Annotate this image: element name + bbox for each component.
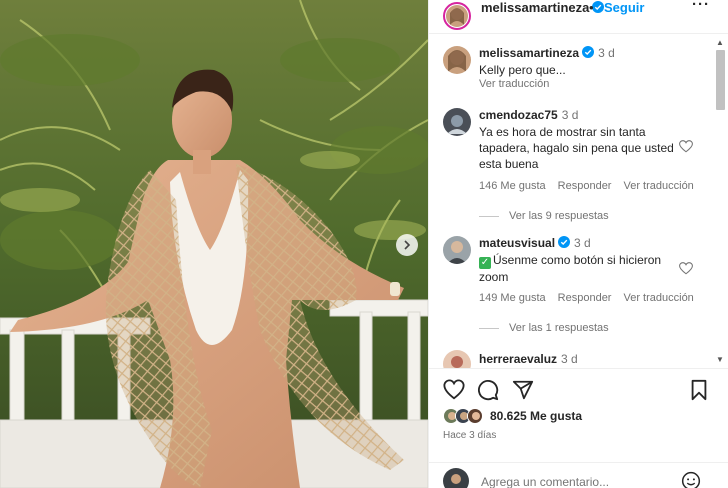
comment-username[interactable]: mateusvisual [479,236,555,250]
verified-badge-icon [558,236,571,248]
post-actions [429,368,728,401]
comment-likes: 146 Me gusta [479,180,546,192]
smiley-icon[interactable] [681,471,701,488]
comment-time: 3 d [574,236,591,250]
view-replies-link[interactable]: Ver las 1 respuestas [479,322,609,334]
likes-summary[interactable]: 80.625 Me gusta [443,408,703,426]
comment-input[interactable] [481,475,671,488]
see-translation-link[interactable]: Ver traducción [479,78,549,90]
comment-text: Úsenme como botón si hicieron zoom [479,253,662,284]
check-emoji-icon: ✓ [479,257,491,269]
verified-badge-icon [582,46,595,58]
comment-username[interactable]: herreraevaluz [479,352,557,366]
post-photo[interactable] [0,0,428,488]
author-username[interactable]: melissamartineza [481,0,589,15]
header-separator: • [589,0,594,15]
commenter-avatar[interactable] [443,350,471,368]
comment-text-row: ✓ Úsenme como botón si hicieron zoom [479,252,679,285]
comment-meta: 146 Me gusta Responder Ver traducción [479,180,706,192]
add-comment-row [429,462,728,488]
bookmark-icon[interactable] [688,379,710,401]
scrollbar-thumb[interactable] [716,50,725,110]
see-translation-link[interactable]: Ver traducción [623,180,693,192]
like-comment-heart-icon[interactable] [679,262,693,275]
post-header: melissamartineza • Seguir ··· [429,0,728,34]
verified-badge-icon [592,1,605,13]
comment-text: Kelly pero que... [479,63,566,77]
paper-plane-icon[interactable] [512,379,534,401]
heart-icon[interactable] [443,379,465,401]
comment-username-row[interactable]: melissamartineza 3 d [479,46,615,60]
commenter-avatar[interactable] [443,236,471,264]
like-comment-heart-icon[interactable] [679,140,693,153]
comment-username-row[interactable]: mateusvisual 3 d [479,236,591,250]
comment-username-row[interactable]: herreraevaluz 3 d [479,352,578,366]
comment-username[interactable]: melissamartineza [479,46,579,60]
commenter-avatar[interactable] [443,108,471,136]
comments-list[interactable]: melissamartineza 3 d Kelly pero que... Ve… [429,34,728,368]
view-replies-link[interactable]: Ver las 9 respuestas [479,210,609,222]
comment-username-row[interactable]: cmendozac75 3 d [479,108,578,122]
more-options-button[interactable]: ··· [692,0,710,13]
comment-time: 3 d [598,46,615,60]
scroll-up-arrow-icon[interactable]: ▲ [716,38,724,47]
post-timestamp: Hace 3 días [443,430,497,441]
author-avatar[interactable] [443,2,471,30]
scroll-down-arrow-icon[interactable]: ▼ [716,355,724,364]
author-username-row[interactable]: melissamartineza [481,0,605,15]
current-user-avatar [443,468,469,488]
reply-button[interactable]: Responder [558,180,612,192]
comments-scrollbar[interactable]: ▲ ▼ [714,38,726,368]
comment-icon[interactable] [477,379,499,401]
comment-username[interactable]: cmendozac75 [479,108,558,122]
follow-button[interactable]: Seguir [604,0,644,15]
post-side-panel: melissamartineza • Seguir ··· melissamar… [428,0,728,488]
comment-time: 3 d [561,108,579,122]
comment-likes: 149 Me gusta [479,292,546,304]
see-translation-link[interactable]: Ver traducción [623,292,693,304]
liker-avatar [467,408,483,424]
comment-time: 3 d [561,352,578,366]
reply-button[interactable]: Responder [558,292,612,304]
commenter-avatar[interactable] [443,46,471,74]
chevron-right-icon [404,240,411,250]
comment-meta: 149 Me gusta Responder Ver traducción [479,292,706,304]
next-photo-button[interactable] [396,234,418,256]
beach-balcony-photo [0,0,428,488]
post-likes-count[interactable]: 80.625 Me gusta [490,409,582,423]
comment-text: Ya es hora de mostrar sin tanta tapadera… [479,125,674,171]
